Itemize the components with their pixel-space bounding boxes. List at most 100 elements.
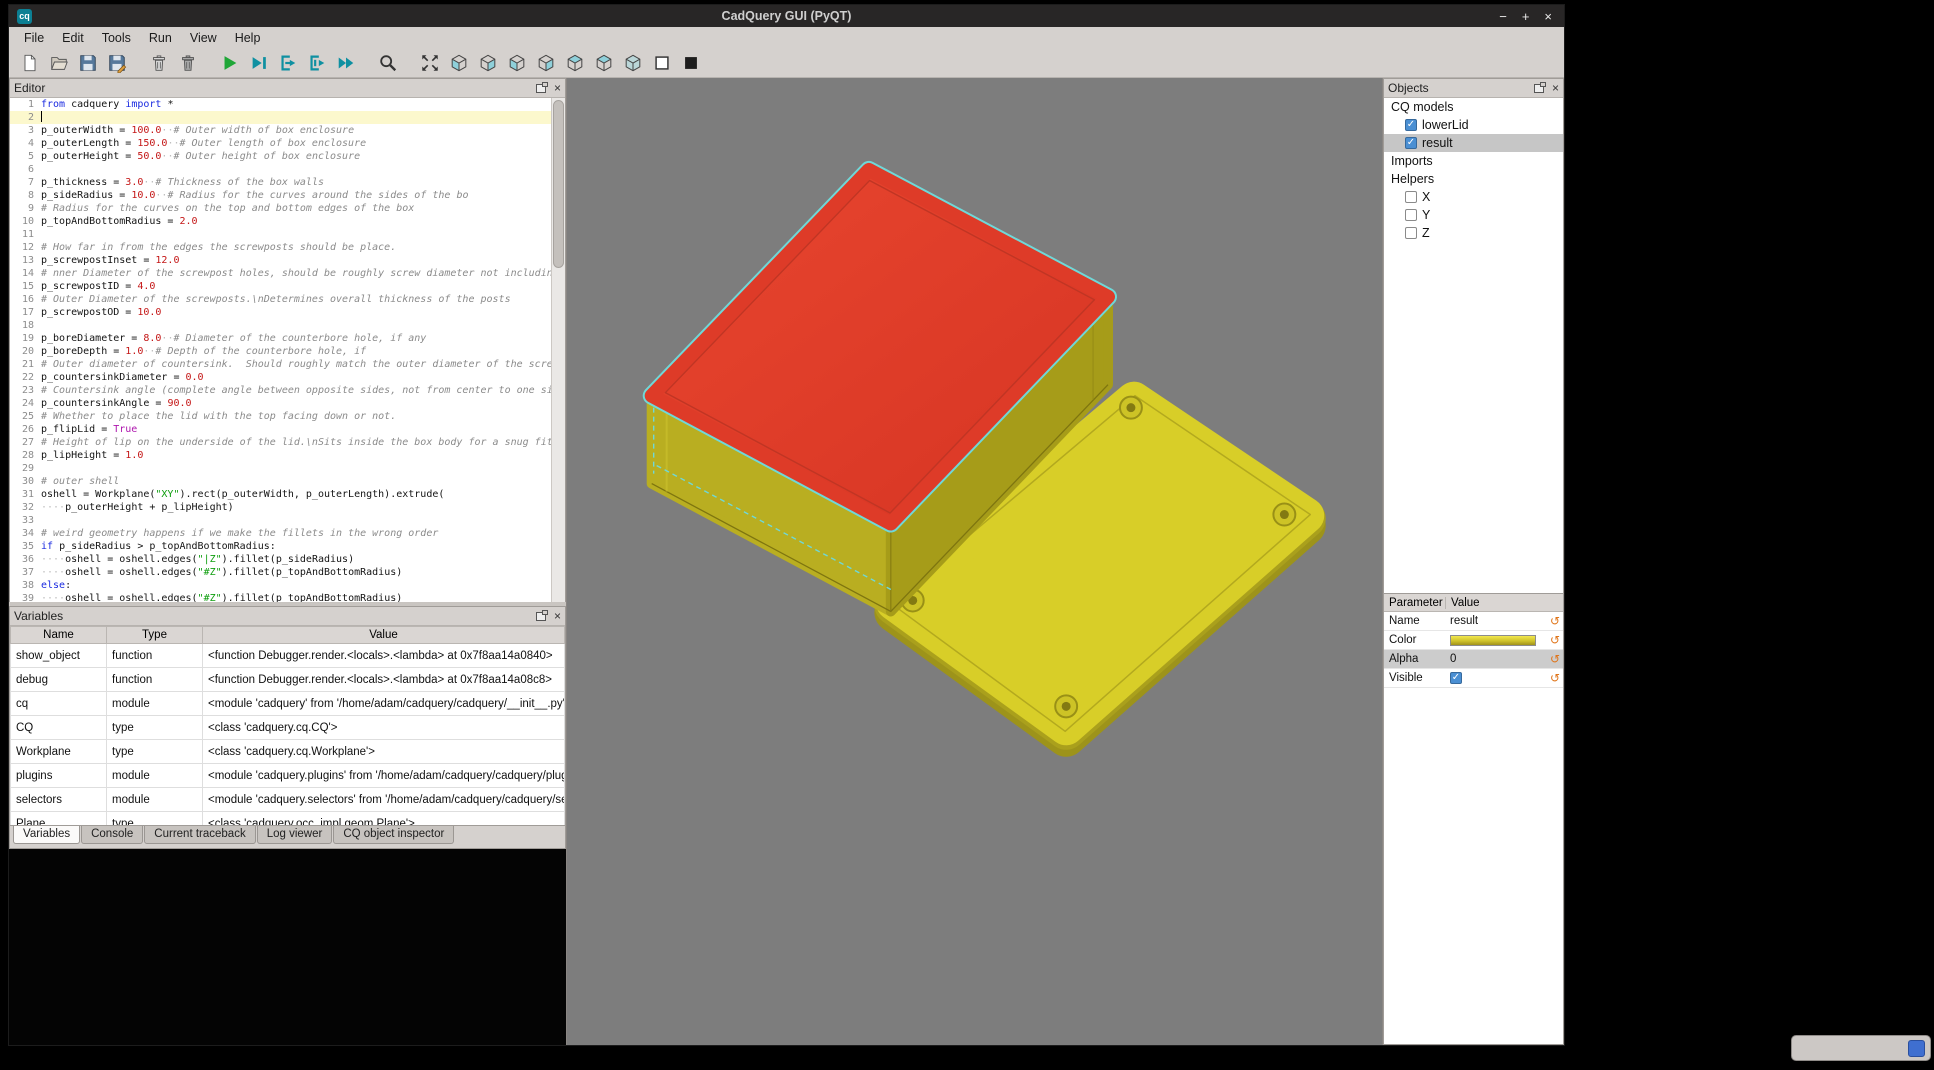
float-panel-icon[interactable] — [535, 610, 548, 623]
table-cell[interactable]: <function Debugger.render.<locals>.<lamb… — [203, 668, 565, 692]
code-line[interactable]: 33 — [10, 514, 551, 527]
table-row[interactable]: pluginsmodule<module 'cadquery.plugins' … — [11, 764, 565, 788]
table-cell[interactable]: cq — [11, 692, 107, 716]
tab-variables[interactable]: Variables — [13, 826, 80, 844]
run-icon[interactable] — [217, 51, 243, 75]
param-row-visible[interactable]: Visible✓↺ — [1384, 669, 1563, 688]
code-line[interactable]: 37····oshell = oshell.edges("#Z").fillet… — [10, 566, 551, 579]
code-line[interactable]: 20p_boreDepth = 1.0··# Depth of the coun… — [10, 345, 551, 358]
table-cell[interactable]: <class 'cadquery.occ_impl.geom.Plane'> — [203, 812, 565, 826]
table-row[interactable]: cqmodule<module 'cadquery' from '/home/a… — [11, 692, 565, 716]
code-line[interactable]: 1from cadquery import * — [10, 98, 551, 111]
column-header-type[interactable]: Type — [107, 627, 203, 644]
param-row-color[interactable]: Color↺ — [1384, 631, 1563, 650]
code-line[interactable]: 3p_outerWidth = 100.0··# Outer width of … — [10, 124, 551, 137]
table-cell[interactable]: <class 'cadquery.cq.CQ'> — [203, 716, 565, 740]
table-cell[interactable]: selectors — [11, 788, 107, 812]
view-left-icon[interactable] — [504, 51, 530, 75]
code-line[interactable]: 12# How far in from the edges the screwp… — [10, 241, 551, 254]
viewport-3d[interactable]: Z Y X — [566, 78, 1383, 1045]
tree-item-imports[interactable]: Imports — [1384, 152, 1563, 170]
view-right-icon[interactable] — [533, 51, 559, 75]
code-line[interactable]: 5p_outerHeight = 50.0··# Outer height of… — [10, 150, 551, 163]
maximize-button[interactable]: + — [1522, 10, 1530, 23]
table-cell[interactable]: CQ — [11, 716, 107, 740]
trash-icon[interactable] — [175, 51, 201, 75]
param-value[interactable]: ✓ — [1446, 672, 1563, 684]
view-top-icon[interactable] — [562, 51, 588, 75]
tab-cq-object-inspector[interactable]: CQ object inspector — [333, 826, 454, 844]
table-cell[interactable]: type — [107, 740, 203, 764]
code-line[interactable]: 15p_screwpostID = 4.0 — [10, 280, 551, 293]
color-swatch[interactable] — [1450, 635, 1536, 646]
open-icon[interactable] — [46, 51, 72, 75]
tree-item-helpers[interactable]: Helpers — [1384, 170, 1563, 188]
param-row-alpha[interactable]: Alpha0↺ — [1384, 650, 1563, 669]
close-button[interactable]: × — [1544, 10, 1552, 23]
result-checkbox[interactable]: ✓ — [1405, 137, 1417, 149]
step-into-icon[interactable] — [275, 51, 301, 75]
close-panel-icon[interactable]: × — [554, 610, 561, 622]
code-line[interactable]: 38else: — [10, 579, 551, 592]
scrollbar-thumb[interactable] — [553, 100, 564, 268]
table-cell[interactable]: type — [107, 716, 203, 740]
code-line[interactable]: 19p_boreDiameter = 8.0··# Diameter of th… — [10, 332, 551, 345]
float-panel-icon[interactable] — [1533, 82, 1546, 95]
code-line[interactable]: 14# nner Diameter of the screwpost holes… — [10, 267, 551, 280]
code-line[interactable]: 31oshell = Workplane("XY").rect(p_outerW… — [10, 488, 551, 501]
code-line[interactable]: 10p_topAndBottomRadius = 2.0 — [10, 215, 551, 228]
table-cell[interactable]: function — [107, 668, 203, 692]
new-file-icon[interactable] — [17, 51, 43, 75]
shaded-icon[interactable] — [678, 51, 704, 75]
code-line[interactable]: 34# weird geometry happens if we make th… — [10, 527, 551, 540]
menu-tools[interactable]: Tools — [93, 29, 140, 47]
step-over-icon[interactable] — [304, 51, 330, 75]
reset-icon[interactable]: ↺ — [1550, 615, 1560, 627]
table-cell[interactable]: type — [107, 812, 203, 826]
save-icon[interactable] — [75, 51, 101, 75]
param-value[interactable] — [1446, 635, 1563, 646]
tree-item-result[interactable]: ✓result — [1384, 134, 1563, 152]
table-row[interactable]: Workplanetype<class 'cadquery.cq.Workpla… — [11, 740, 565, 764]
console-panel[interactable] — [9, 849, 566, 1045]
view-back-icon[interactable] — [475, 51, 501, 75]
editor-scrollbar[interactable] — [551, 98, 565, 602]
visible-checkbox[interactable]: ✓ — [1450, 672, 1462, 684]
code-line[interactable]: 18 — [10, 319, 551, 332]
code-line[interactable]: 7p_thickness = 3.0··# Thickness of the b… — [10, 176, 551, 189]
code-line[interactable]: 29 — [10, 462, 551, 475]
table-cell[interactable]: module — [107, 764, 203, 788]
param-value[interactable]: result — [1446, 615, 1563, 627]
tab-current-traceback[interactable]: Current traceback — [144, 826, 255, 844]
save-as-icon[interactable] — [104, 51, 130, 75]
tree-item-z[interactable]: Z — [1384, 224, 1563, 242]
table-row[interactable]: selectorsmodule<module 'cadquery.selecto… — [11, 788, 565, 812]
code-line[interactable]: 21# Outer diameter of countersink. Shoul… — [10, 358, 551, 371]
column-header-name[interactable]: Name — [11, 627, 107, 644]
menu-edit[interactable]: Edit — [53, 29, 93, 47]
tree-item-cq-models[interactable]: CQ models — [1384, 98, 1563, 116]
code-line[interactable]: 22p_countersinkDiameter = 0.0 — [10, 371, 551, 384]
close-panel-icon[interactable]: × — [1552, 82, 1559, 94]
tree-item-lowerlid[interactable]: ✓lowerLid — [1384, 116, 1563, 134]
close-panel-icon[interactable]: × — [554, 82, 561, 94]
code-line[interactable]: 8p_sideRadius = 10.0··# Radius for the c… — [10, 189, 551, 202]
table-cell[interactable]: <class 'cadquery.cq.Workplane'> — [203, 740, 565, 764]
table-cell[interactable]: plugins — [11, 764, 107, 788]
code-line[interactable]: 13p_screwpostInset = 12.0 — [10, 254, 551, 267]
tree-item-y[interactable]: Y — [1384, 206, 1563, 224]
lowerlid-checkbox[interactable]: ✓ — [1405, 119, 1417, 131]
menu-run[interactable]: Run — [140, 29, 181, 47]
code-line[interactable]: 24p_countersinkAngle = 90.0 — [10, 397, 551, 410]
menu-help[interactable]: Help — [226, 29, 270, 47]
table-row[interactable]: show_objectfunction<function Debugger.re… — [11, 644, 565, 668]
code-line[interactable]: 25# Whether to place the lid with the to… — [10, 410, 551, 423]
table-cell[interactable]: <module 'cadquery.selectors' from '/home… — [203, 788, 565, 812]
table-cell[interactable]: show_object — [11, 644, 107, 668]
viewport-canvas[interactable]: Z Y X — [567, 78, 1382, 1045]
column-header-value[interactable]: Value — [203, 627, 565, 644]
table-cell[interactable]: <module 'cadquery' from '/home/adam/cadq… — [203, 692, 565, 716]
table-row[interactable]: CQtype<class 'cadquery.cq.CQ'> — [11, 716, 565, 740]
table-row[interactable]: Planetype<class 'cadquery.occ_impl.geom.… — [11, 812, 565, 826]
fit-all-icon[interactable] — [417, 51, 443, 75]
